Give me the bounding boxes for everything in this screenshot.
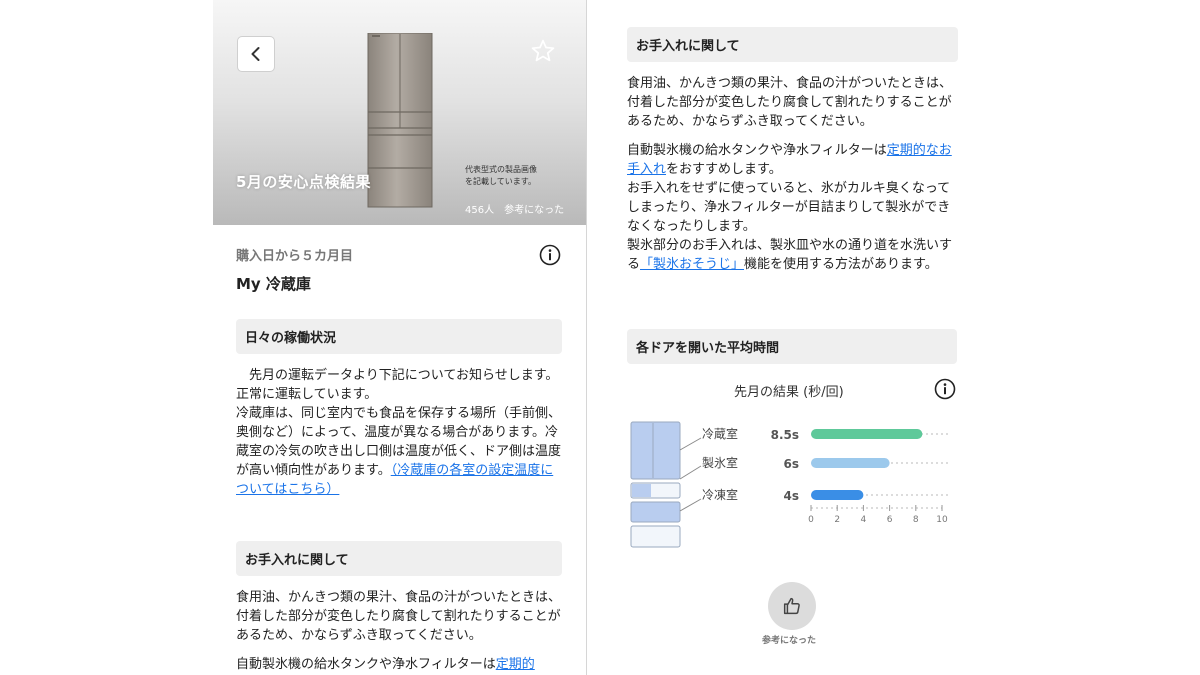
care-text: 食用油、かんきつ類の果汁、食品の汁がついたときは、付着した部分が変色したり腐食し… — [236, 588, 562, 674]
helpful-label: 参考になった — [762, 636, 817, 646]
ice-cleaning-link[interactable]: 「製氷おそうじ」 — [640, 257, 744, 272]
helpful-button[interactable] — [768, 582, 816, 630]
x-tick-label: 2 — [834, 515, 840, 525]
category-label: 製氷室 — [702, 455, 738, 470]
thumbs-up-icon — [783, 597, 800, 615]
value-label: 4s — [784, 489, 800, 503]
image-note-line: 代表型式の製品画像 — [465, 165, 537, 174]
image-note-line: を記載しています。 — [465, 177, 536, 186]
care-paragraph: 自動製氷機の給水タンクや浄水フィルターは定期的なお手入れをおすすめします。 — [627, 141, 959, 179]
hero-banner: 5月の安心点検結果 代表型式の製品画像 を記載しています。 456人 参考になった — [213, 0, 586, 225]
door-time-chart: 冷蔵室 8.5s 製氷室 6s 冷凍室 4s 0 2 4 6 8 10 — [630, 421, 950, 548]
x-tick-label: 4 — [861, 515, 867, 525]
daily-status-heading: 日々の稼働状況 — [236, 319, 562, 354]
bar — [811, 458, 890, 468]
care-paragraph: 食用油、かんきつ類の果汁、食品の汁がついたときは、付着した部分が変色したり腐食し… — [236, 590, 562, 643]
x-tick-label: 0 — [808, 515, 814, 525]
x-tick-label: 6 — [887, 515, 893, 525]
x-tick-label: 10 — [936, 515, 948, 525]
care-text: 食用油、かんきつ類の果汁、食品の汁がついたときは、付着した部分が変色したり腐食し… — [627, 74, 959, 274]
compartment-diagram — [630, 421, 702, 548]
value-label: 6s — [784, 457, 800, 471]
care-heading: お手入れに関して — [236, 541, 562, 576]
status-line: 先月の運転データより下記についてお知らせします。 — [236, 368, 559, 383]
refrigerator-image — [367, 33, 433, 208]
door-time-heading: 各ドアを開いた平均時間 — [627, 329, 957, 364]
favorite-star-icon[interactable] — [530, 38, 556, 64]
right-screen: お手入れに関して 食用油、かんきつ類の果汁、食品の汁がついたときは、付着した部分… — [614, 0, 969, 675]
care-paragraph: お手入れをせずに使っていると、氷がカルキ臭くなってしまったり、浄水フィルターが目… — [627, 181, 951, 234]
helpful-count-label: 参考になった — [504, 205, 565, 216]
bar — [811, 490, 864, 500]
value-label: 8.5s — [771, 428, 799, 442]
image-note: 代表型式の製品画像 を記載しています。 — [465, 164, 537, 188]
category-label: 冷蔵室 — [702, 426, 738, 441]
regular-care-link[interactable]: 定期的 — [496, 657, 535, 672]
check-result-title: 5月の安心点検結果 — [236, 173, 371, 191]
care-paragraph-text: 自動製氷機の給水タンクや浄水フィルターは — [236, 657, 496, 672]
status-line: 正常に運転しています。 — [236, 387, 378, 402]
chevron-left-icon — [251, 47, 260, 61]
left-screen: 5月の安心点検結果 代表型式の製品画像 を記載しています。 456人 参考になった… — [213, 0, 587, 675]
helpful-count-number: 456人 — [465, 205, 495, 216]
product-name: My 冷蔵庫 — [236, 275, 311, 293]
x-tick-label: 8 — [913, 515, 919, 525]
chart-marks: 冷蔵室 8.5s 製氷室 6s 冷凍室 4s 0 2 4 6 8 10 — [702, 426, 950, 525]
helpful-count: 456人 参考になった — [465, 201, 574, 216]
daily-status-text: 先月の運転データより下記についてお知らせします。 正常に運転しています。 冷蔵庫… — [236, 366, 562, 499]
info-icon[interactable] — [934, 378, 956, 400]
back-button[interactable] — [237, 36, 275, 72]
care-paragraph-text: 自動製氷機の給水タンクや浄水フィルターは — [627, 143, 887, 158]
care-paragraph: 製氷部分のお手入れは、製氷皿や水の通り道を水洗いする「製氷おそうじ」機能を使用す… — [627, 236, 959, 274]
category-label: 冷凍室 — [702, 487, 738, 502]
care-paragraph-text: 機能を使用する方法があります。 — [744, 257, 938, 272]
care-paragraph: 自動製氷機の給水タンクや浄水フィルターは定期的 — [236, 655, 562, 674]
chart-subtitle: 先月の結果 (秒/回) — [734, 385, 844, 400]
care-paragraph-text: をおすすめします。 — [666, 162, 782, 177]
bar — [811, 429, 923, 439]
status-line: 冷蔵庫は、同じ室内でも食品を保存する場所（手前側、奥側など）によって、温度が異な… — [236, 404, 562, 499]
care-heading: お手入れに関して — [627, 27, 958, 62]
care-paragraph: 食用油、かんきつ類の果汁、食品の汁がついたときは、付着した部分が変色したり腐食し… — [627, 76, 953, 129]
purchase-elapsed-label: 購入日から５カ月目 — [236, 249, 354, 264]
info-icon[interactable] — [539, 244, 561, 266]
